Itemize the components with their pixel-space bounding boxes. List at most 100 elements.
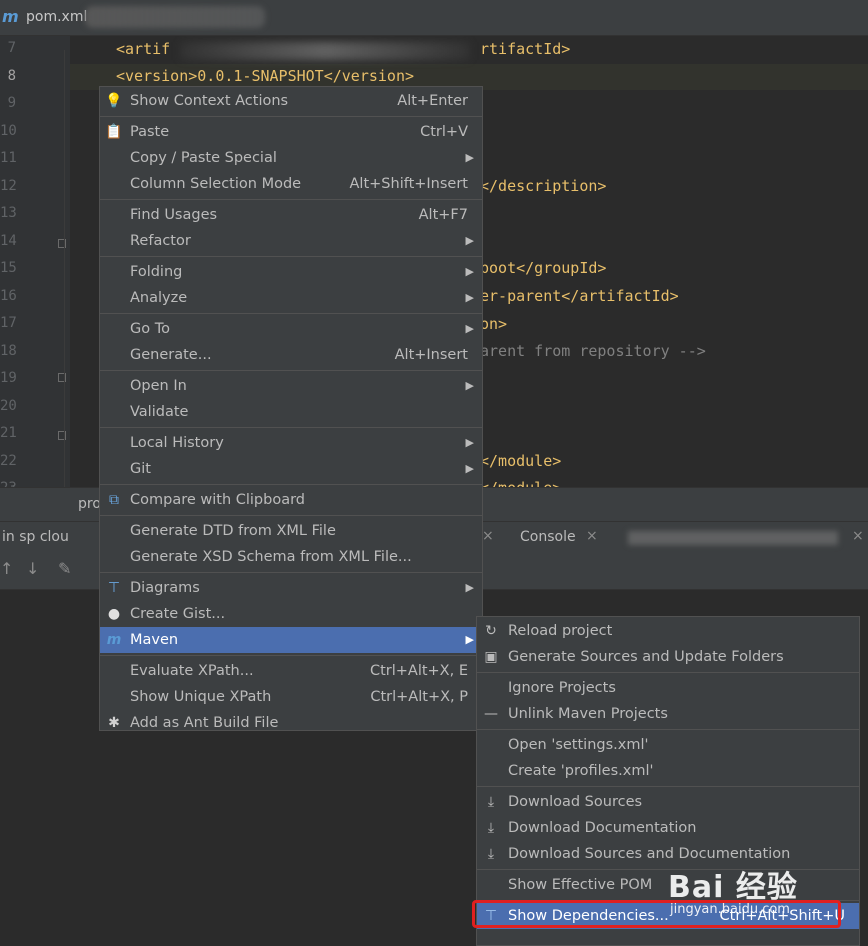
menu-item-label: Show Unique XPath bbox=[130, 689, 272, 705]
line-number: 23 bbox=[0, 480, 17, 487]
menu-item-shortcut: Alt+Shift+Insert bbox=[349, 176, 468, 192]
menu-item-local-history[interactable]: Local History ▶ bbox=[100, 430, 482, 456]
blurred-code bbox=[180, 42, 470, 60]
menu-item-show-unique-xpath[interactable]: Show Unique XPath Ctrl+Alt+X, P bbox=[100, 684, 482, 710]
line-number-gutter: 7 8 9 10 11 12 13 14 15 16 17 18 19 20 2… bbox=[0, 36, 70, 487]
menu-item-generate-sources[interactable]: ▣ Generate Sources and Update Folders bbox=[477, 644, 859, 670]
diagram-icon: ⊤ bbox=[107, 580, 121, 596]
submenu-arrow-icon: ▶ bbox=[465, 462, 474, 475]
menu-item-unlink-maven-projects[interactable]: — Unlink Maven Projects bbox=[477, 701, 859, 727]
menu-item-open-in[interactable]: Open In ▶ bbox=[100, 373, 482, 399]
menu-item-maven[interactable]: m Maven ▶ bbox=[100, 627, 482, 653]
close-icon[interactable]: × bbox=[586, 528, 598, 544]
tab-console[interactable]: Console bbox=[520, 529, 576, 545]
menu-item-download-sources[interactable]: ⤓ Download Sources bbox=[477, 789, 859, 815]
menu-item-label: Download Documentation bbox=[508, 820, 697, 836]
submenu-arrow-icon: ▶ bbox=[465, 291, 474, 304]
menu-item-label: Diagrams bbox=[130, 580, 200, 596]
maven-file-icon: m bbox=[2, 7, 19, 26]
line-number: 14 bbox=[0, 233, 17, 249]
menu-item-diagrams[interactable]: ⊤ Diagrams ▶ bbox=[100, 575, 482, 601]
menu-item-add-as-ant-build-file[interactable]: ✱ Add as Ant Build File bbox=[100, 710, 482, 736]
menu-separator bbox=[100, 655, 482, 656]
menu-item-show-context-actions[interactable]: 💡 Show Context Actions Alt+Enter bbox=[100, 88, 482, 114]
menu-item-label: Analyze bbox=[130, 290, 188, 306]
submenu-arrow-icon: ▶ bbox=[465, 265, 474, 278]
ant-icon: ✱ bbox=[108, 715, 120, 731]
submenu-arrow-icon: ▶ bbox=[465, 436, 474, 449]
menu-item-go-to[interactable]: Go To ▶ bbox=[100, 316, 482, 342]
menu-item-shortcut: Alt+Insert bbox=[394, 347, 468, 363]
code-line-17: on> bbox=[480, 315, 508, 333]
submenu-arrow-icon: ▶ bbox=[465, 151, 474, 164]
menu-item-column-selection-mode[interactable]: Column Selection Mode Alt+Shift+Insert bbox=[100, 171, 482, 197]
code-line-8: <version>0.0.1-SNAPSHOT</version> bbox=[116, 67, 414, 85]
reload-icon: ↻ bbox=[485, 623, 497, 639]
line-number: 8 bbox=[7, 68, 16, 84]
code-line-16: er-parent</artifactId> bbox=[480, 287, 679, 305]
code-line-15: boot</groupId> bbox=[480, 259, 607, 277]
menu-item-label: Folding bbox=[130, 264, 183, 280]
menu-item-reload-project[interactable]: ↻ Reload project bbox=[477, 618, 859, 644]
edit-icon[interactable]: ✎ bbox=[58, 559, 71, 578]
menu-separator bbox=[100, 484, 482, 485]
minus-icon: — bbox=[484, 706, 498, 722]
menu-item-label: Show Effective POM bbox=[508, 877, 653, 893]
folder-refresh-icon: ▣ bbox=[484, 649, 498, 665]
tab-run-config[interactable]: in sp clou bbox=[2, 529, 69, 545]
menu-item-label: Create Gist... bbox=[130, 606, 226, 622]
menu-item-validate[interactable]: Validate bbox=[100, 399, 482, 425]
menu-separator bbox=[477, 672, 859, 673]
menu-separator bbox=[100, 199, 482, 200]
blurred-tab-region bbox=[85, 6, 265, 28]
code-line-12: </description> bbox=[480, 177, 607, 195]
menu-item-create-profiles-xml[interactable]: Create 'profiles.xml' bbox=[477, 758, 859, 784]
arrow-up-icon[interactable]: ↑ bbox=[0, 559, 13, 578]
menu-item-git[interactable]: Git ▶ bbox=[100, 456, 482, 482]
line-number: 20 bbox=[0, 398, 17, 414]
line-number: 16 bbox=[0, 288, 17, 304]
menu-item-generate-dtd[interactable]: Generate DTD from XML File bbox=[100, 518, 482, 544]
tool-window-title: pro bbox=[78, 496, 101, 512]
download-icon: ⤓ bbox=[487, 846, 495, 862]
file-tab-pom-xml[interactable]: m pom.xml bbox=[0, 0, 270, 35]
close-icon[interactable]: × bbox=[482, 528, 494, 544]
menu-item-folding[interactable]: Folding ▶ bbox=[100, 259, 482, 285]
menu-item-paste[interactable]: 📋 Paste Ctrl+V bbox=[100, 119, 482, 145]
menu-item-generate[interactable]: Generate... Alt+Insert bbox=[100, 342, 482, 368]
arrow-down-icon[interactable]: ↓ bbox=[26, 559, 39, 578]
menu-item-label: Open In bbox=[130, 378, 187, 394]
menu-item-label: Column Selection Mode bbox=[130, 176, 302, 192]
menu-item-label: Generate XSD Schema from XML File... bbox=[130, 549, 412, 565]
menu-separator bbox=[477, 729, 859, 730]
menu-item-label: Compare with Clipboard bbox=[130, 492, 306, 508]
menu-separator bbox=[100, 116, 482, 117]
menu-item-copy-paste-special[interactable]: Copy / Paste Special ▶ bbox=[100, 145, 482, 171]
menu-item-evaluate-xpath[interactable]: Evaluate XPath... Ctrl+Alt+X, E bbox=[100, 658, 482, 684]
menu-item-analyze[interactable]: Analyze ▶ bbox=[100, 285, 482, 311]
menu-separator bbox=[100, 515, 482, 516]
menu-item-find-usages[interactable]: Find Usages Alt+F7 bbox=[100, 202, 482, 228]
menu-item-refactor[interactable]: Refactor ▶ bbox=[100, 228, 482, 254]
editor-tab-bar: m pom.xml bbox=[0, 0, 868, 36]
menu-item-open-settings-xml[interactable]: Open 'settings.xml' bbox=[477, 732, 859, 758]
menu-separator bbox=[100, 313, 482, 314]
menu-item-create-gist[interactable]: ● Create Gist... bbox=[100, 601, 482, 627]
close-icon[interactable]: × bbox=[852, 528, 864, 544]
menu-item-download-documentation[interactable]: ⤓ Download Documentation bbox=[477, 815, 859, 841]
menu-item-compare-with-clipboard[interactable]: ⧉ Compare with Clipboard bbox=[100, 487, 482, 513]
download-icon: ⤓ bbox=[487, 794, 495, 810]
github-icon: ● bbox=[107, 606, 121, 622]
code-line-18: arent from repository --> bbox=[480, 342, 706, 360]
menu-item-label: Find Usages bbox=[130, 207, 218, 223]
menu-item-label: Validate bbox=[130, 404, 189, 420]
menu-item-generate-xsd[interactable]: Generate XSD Schema from XML File... bbox=[100, 544, 482, 570]
lightbulb-icon: 💡 bbox=[105, 93, 123, 109]
line-number: 17 bbox=[0, 315, 17, 331]
menu-item-ignore-projects[interactable]: Ignore Projects bbox=[477, 675, 859, 701]
menu-item-label: Show Context Actions bbox=[130, 93, 289, 109]
line-number: 21 bbox=[0, 425, 17, 441]
menu-item-label: Maven bbox=[130, 632, 179, 648]
blurred-tab-region bbox=[628, 531, 838, 545]
menu-item-label: Generate Sources and Update Folders bbox=[508, 649, 784, 665]
